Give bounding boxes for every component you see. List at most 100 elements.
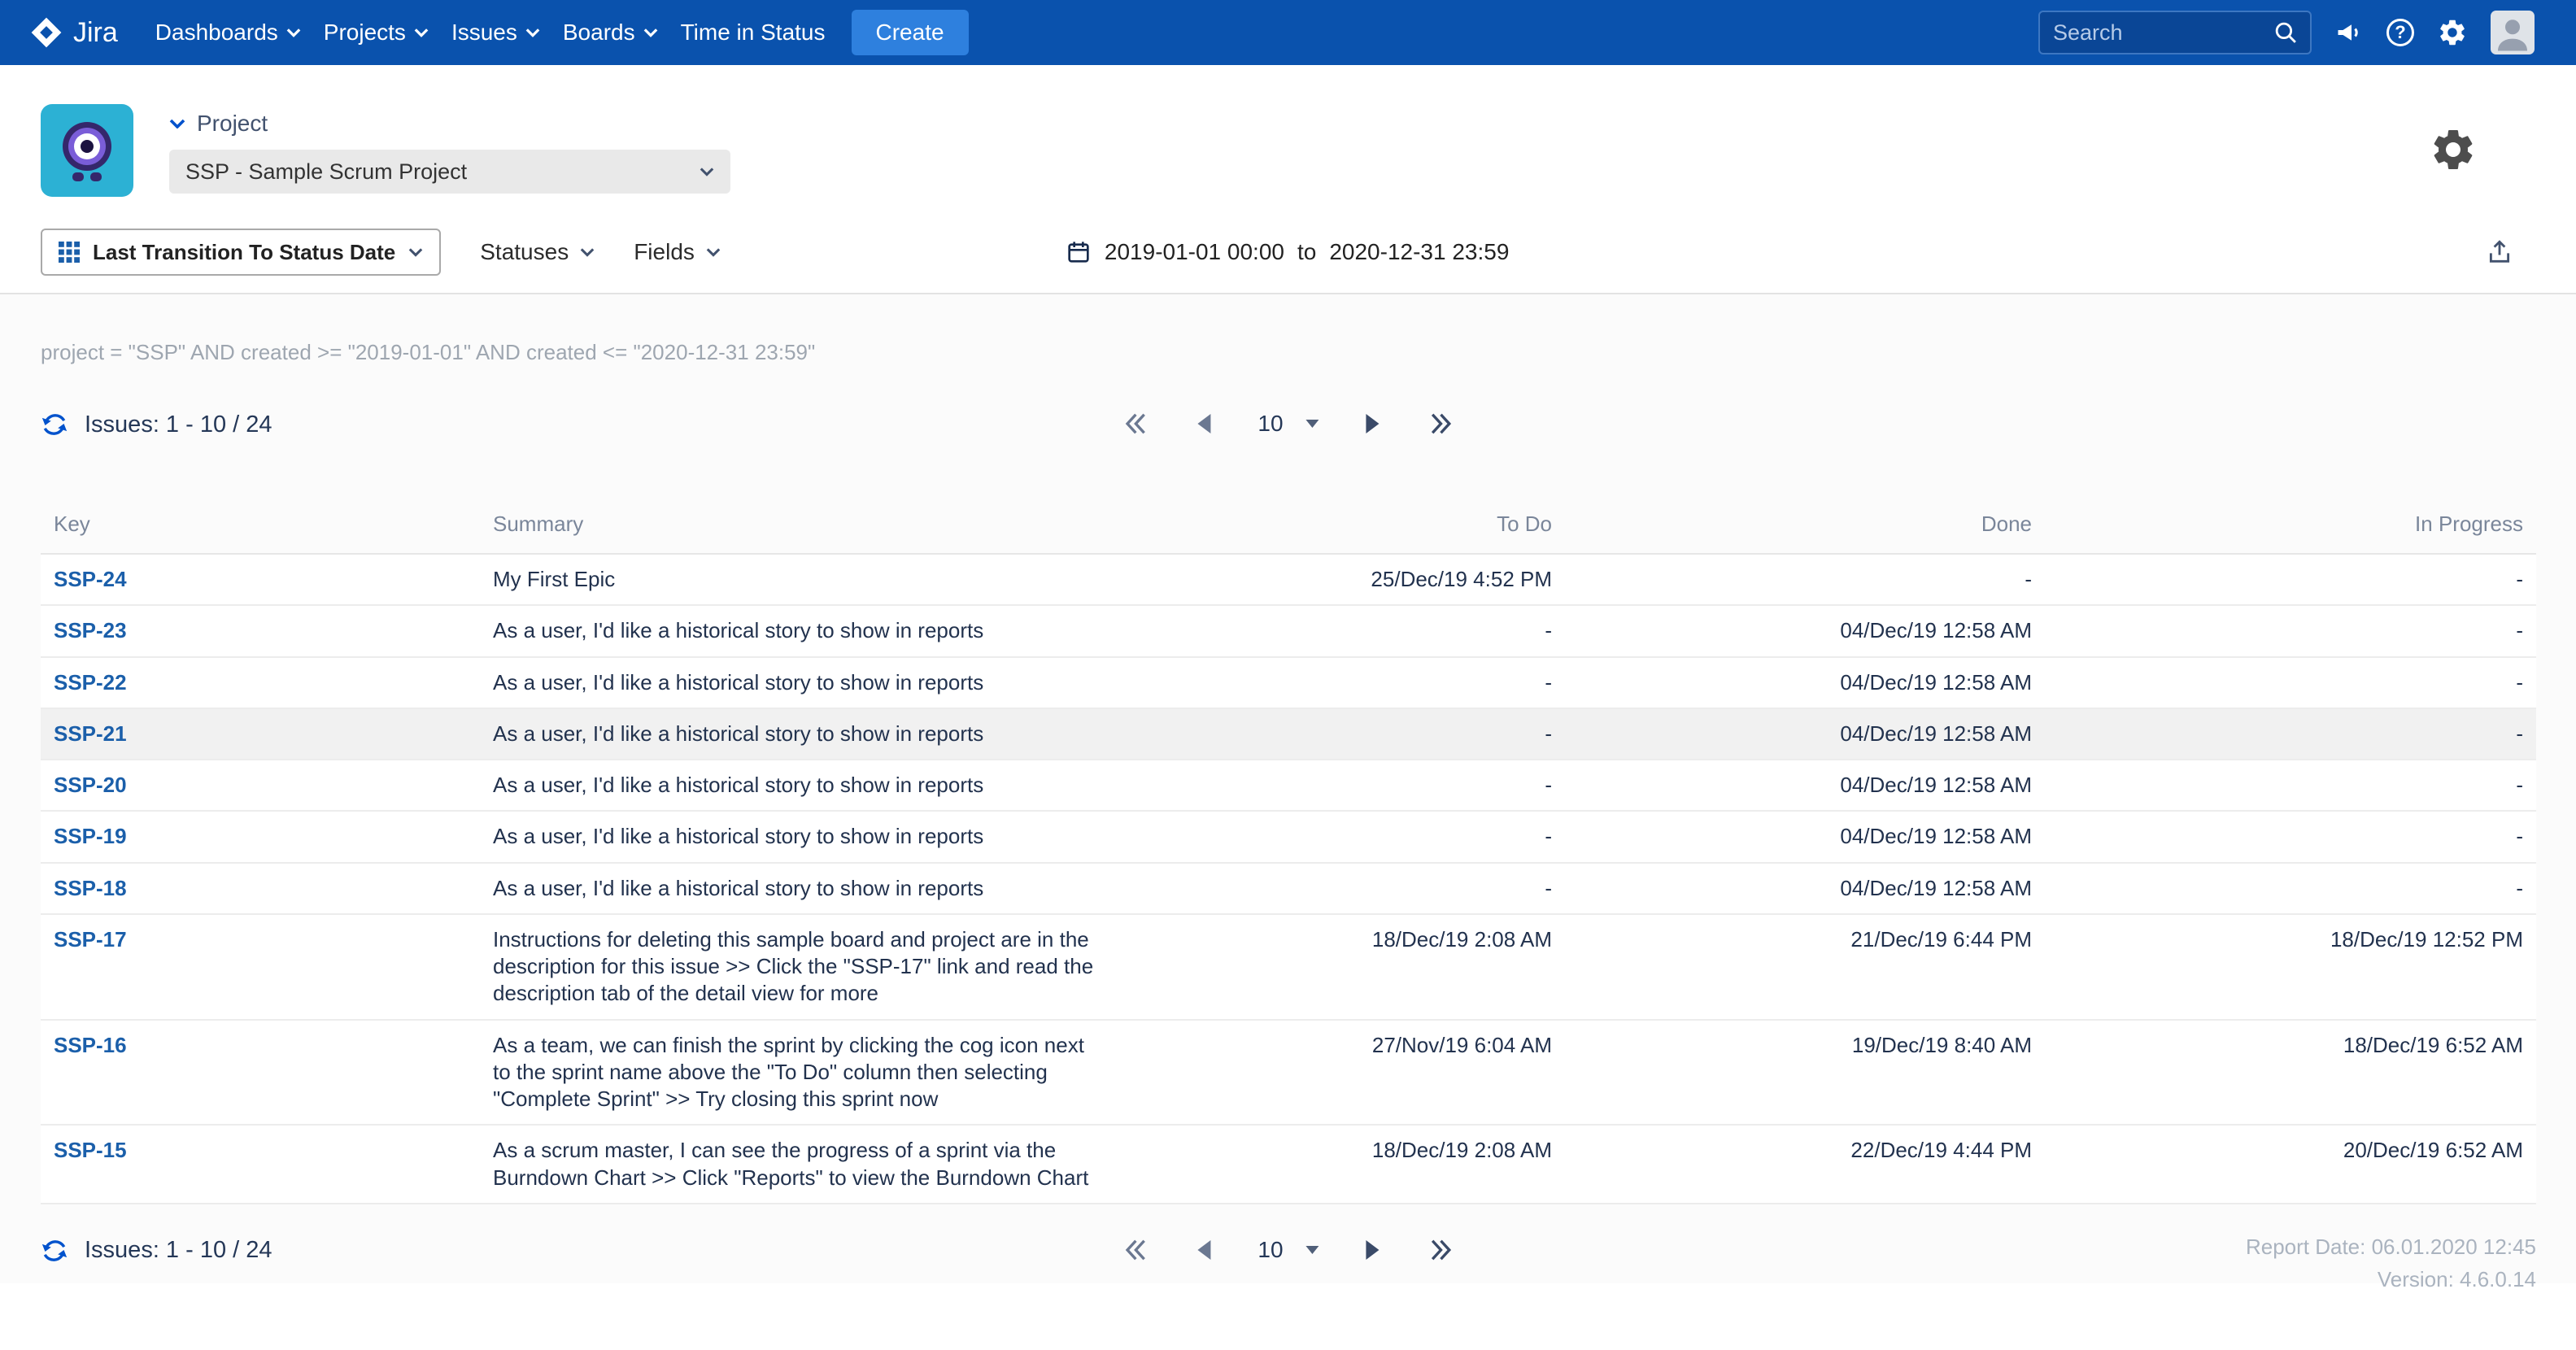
settings-gear-icon[interactable]	[2429, 125, 2478, 174]
first-page-button[interactable]	[1119, 409, 1150, 438]
prev-page-button[interactable]	[1192, 410, 1215, 438]
date-to: 2020-12-31 23:59	[1329, 239, 1509, 265]
megaphone-icon[interactable]	[2334, 18, 2364, 47]
next-page-button[interactable]	[1362, 410, 1384, 438]
page-size-select[interactable]: 10	[1257, 411, 1319, 437]
col-header-done[interactable]: Done	[1565, 499, 2045, 554]
date-range-picker[interactable]: 2019-01-01 00:00 to 2020-12-31 23:59	[1066, 239, 1510, 265]
search-input[interactable]	[2053, 20, 2274, 46]
issue-key-link[interactable]: SSP-20	[54, 773, 127, 797]
issue-done-date: 04/Dec/19 12:58 AM	[1565, 708, 2045, 760]
create-button[interactable]: Create	[852, 10, 969, 55]
nav-item-label: Projects	[324, 20, 406, 46]
next-page-icon	[1365, 413, 1381, 434]
page-size-select[interactable]: 10	[1257, 1237, 1319, 1263]
help-icon[interactable]: ?	[2386, 19, 2414, 46]
issue-key-link[interactable]: SSP-24	[54, 567, 127, 591]
app-root: Jira Dashboards Projects Issues Boards T…	[0, 0, 2576, 1350]
table-row: SSP-23 As a user, I'd like a historical …	[41, 605, 2536, 656]
project-section-toggle[interactable]: Project	[169, 111, 730, 137]
user-avatar[interactable]	[2491, 11, 2535, 54]
project-avatar[interactable]	[41, 104, 133, 197]
prev-page-icon	[1196, 1239, 1212, 1261]
issue-summary: Instructions for deleting this sample bo…	[480, 914, 1118, 1020]
last-page-button[interactable]	[1427, 409, 1458, 438]
issue-inprogress-date: -	[2045, 605, 2536, 656]
issue-key-link[interactable]: SSP-17	[54, 927, 127, 952]
issue-done-date: 19/Dec/19 8:40 AM	[1565, 1020, 2045, 1126]
chevron-down-icon	[706, 247, 721, 257]
table-row: SSP-20 As a user, I'd like a historical …	[41, 760, 2536, 811]
issue-done-date: 04/Dec/19 12:58 AM	[1565, 657, 2045, 708]
table-row: SSP-17 Instructions for deleting this sa…	[41, 914, 2536, 1020]
issue-summary: My First Epic	[480, 554, 1118, 605]
nav-item-label: Issues	[451, 20, 517, 46]
page-size-value: 10	[1257, 411, 1283, 437]
issue-done-date: 04/Dec/19 12:58 AM	[1565, 811, 2045, 862]
refresh-icon[interactable]	[41, 411, 68, 438]
refresh-icon[interactable]	[41, 1237, 68, 1265]
report-type-dropdown[interactable]: Last Transition To Status Date	[41, 229, 441, 276]
navbar-right: ?	[2038, 11, 2535, 54]
next-page-button[interactable]	[1362, 1236, 1384, 1264]
report-meta: Report Date: 06.01.2020 12:45 Version: 4…	[2246, 1230, 2536, 1296]
key-cell: SSP-24	[41, 554, 480, 605]
issue-key-link[interactable]: SSP-22	[54, 670, 127, 695]
search-icon[interactable]	[2274, 21, 2297, 44]
brand-label: Jira	[73, 17, 118, 49]
issue-done-date: 21/Dec/19 6:44 PM	[1565, 914, 2045, 1020]
project-select[interactable]: SSP - Sample Scrum Project	[169, 150, 730, 194]
issue-summary: As a user, I'd like a historical story t…	[480, 811, 1118, 862]
last-page-icon	[1430, 1239, 1454, 1261]
prev-page-button[interactable]	[1192, 1236, 1215, 1264]
grid-icon	[59, 242, 80, 263]
report-version: Version: 4.6.0.14	[2246, 1263, 2536, 1296]
chevron-down-icon	[414, 28, 429, 37]
first-page-icon	[1122, 1239, 1147, 1261]
issue-inprogress-date: -	[2045, 657, 2536, 708]
first-page-button[interactable]	[1119, 1235, 1150, 1265]
next-page-icon	[1365, 1239, 1381, 1261]
nav-item-label: Time in Status	[681, 20, 826, 46]
issue-inprogress-date: -	[2045, 760, 2536, 811]
nav-item[interactable]: Dashboards	[155, 20, 301, 46]
col-header-summary[interactable]: Summary	[480, 499, 1118, 554]
nav-item-label: Dashboards	[155, 20, 278, 46]
nav-item[interactable]: Projects	[324, 20, 429, 46]
issues-count: Issues: 1 - 10 / 24	[41, 1237, 272, 1265]
gear-icon[interactable]	[2437, 17, 2468, 48]
search-box	[2038, 11, 2312, 54]
report-date: Report Date: 06.01.2020 12:45	[2246, 1230, 2536, 1263]
jira-brand[interactable]: Jira	[29, 15, 118, 50]
date-from: 2019-01-01 00:00	[1105, 239, 1284, 265]
calendar-icon	[1066, 239, 1092, 265]
pager-bottom: 10	[1119, 1235, 1457, 1265]
issue-inprogress-date: 18/Dec/19 12:52 PM	[2045, 914, 2536, 1020]
statuses-dropdown[interactable]: Statuses	[480, 239, 595, 265]
pagination-row-top: Issues: 1 - 10 / 24 10	[41, 404, 2536, 453]
issue-key-link[interactable]: SSP-18	[54, 876, 127, 900]
top-navbar: Jira Dashboards Projects Issues Boards T…	[0, 0, 2576, 65]
nav-item[interactable]: Time in Status	[681, 20, 826, 46]
table-row: SSP-16 As a team, we can finish the spri…	[41, 1020, 2536, 1126]
last-page-button[interactable]	[1427, 1235, 1458, 1265]
issue-key-link[interactable]: SSP-19	[54, 824, 127, 848]
table-header-row: Key Summary To Do Done In Progress	[41, 499, 2536, 554]
issue-todo-date: 18/Dec/19 2:08 AM	[1118, 1125, 1565, 1204]
issue-summary: As a user, I'd like a historical story t…	[480, 863, 1118, 914]
table-row: SSP-19 As a user, I'd like a historical …	[41, 811, 2536, 862]
col-header-inprogress[interactable]: In Progress	[2045, 499, 2536, 554]
nav-item[interactable]: Issues	[451, 20, 540, 46]
report-content: project = "SSP" AND created >= "2019-01-…	[0, 294, 2576, 1283]
issue-key-link[interactable]: SSP-15	[54, 1138, 127, 1162]
issue-todo-date: 25/Dec/19 4:52 PM	[1118, 554, 1565, 605]
nav-item[interactable]: Boards	[563, 20, 658, 46]
col-header-todo[interactable]: To Do	[1118, 499, 1565, 554]
export-icon[interactable]	[2486, 238, 2513, 266]
issue-key-link[interactable]: SSP-16	[54, 1033, 127, 1057]
issue-key-link[interactable]: SSP-23	[54, 618, 127, 642]
col-header-key[interactable]: Key	[41, 499, 480, 554]
fields-dropdown[interactable]: Fields	[634, 239, 721, 265]
issue-inprogress-date: -	[2045, 708, 2536, 760]
issue-key-link[interactable]: SSP-21	[54, 721, 127, 746]
